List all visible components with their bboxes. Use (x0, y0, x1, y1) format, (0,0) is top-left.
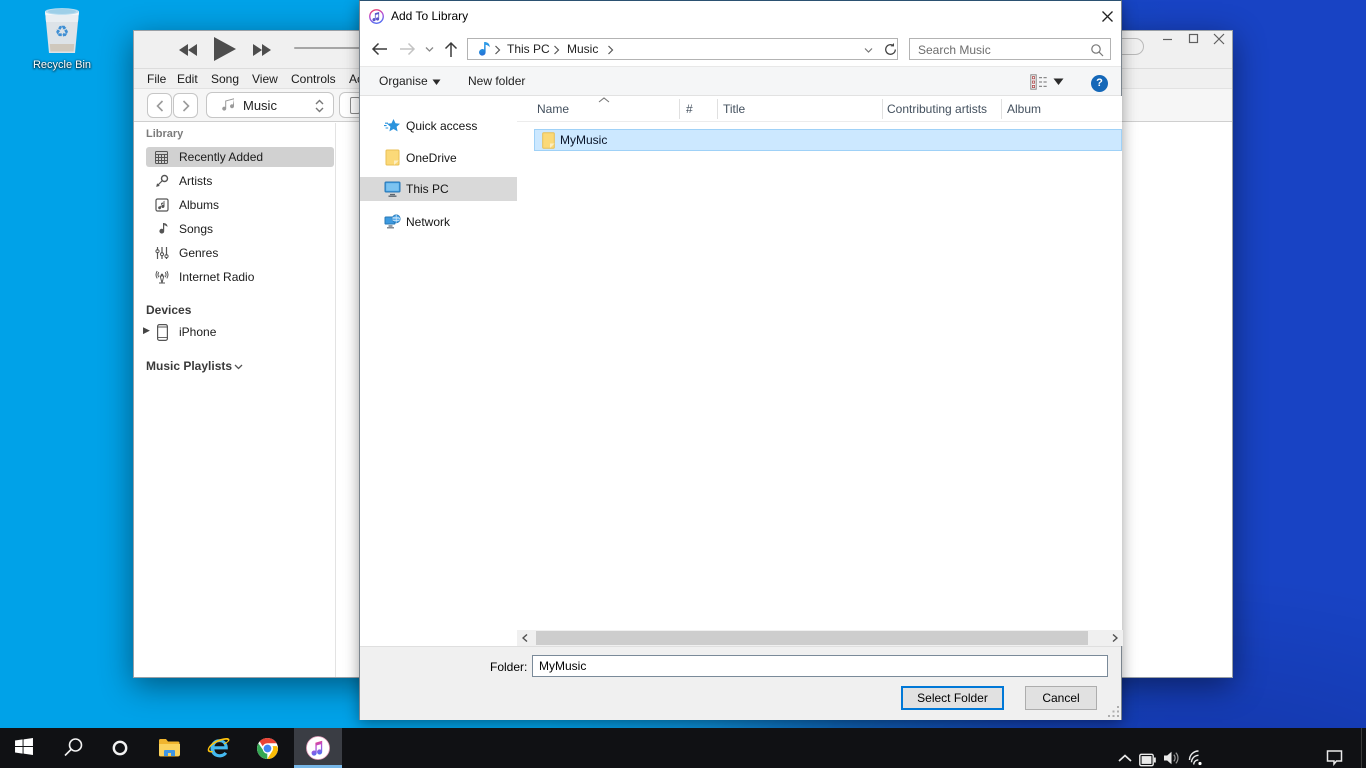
svg-text:♻: ♻ (55, 24, 69, 41)
